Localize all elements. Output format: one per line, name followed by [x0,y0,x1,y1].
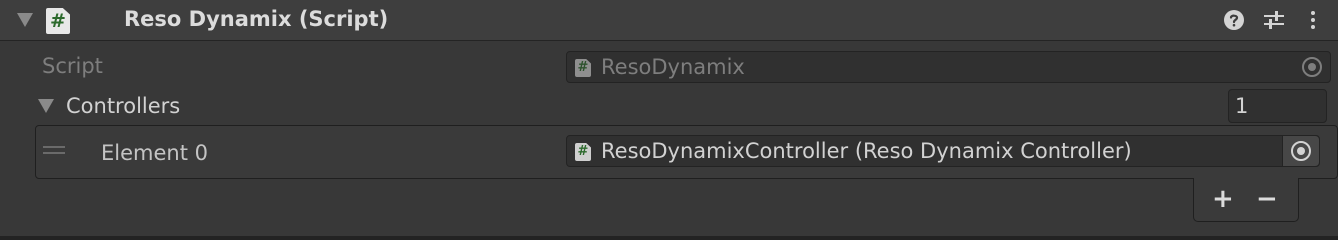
kebab-menu-icon[interactable] [1302,9,1324,31]
element-label: Element 0 [101,141,208,165]
add-element-button[interactable]: + [1212,184,1234,214]
element-value: ResoDynamixController (Reso Dynamix Cont… [601,139,1132,163]
list-item[interactable]: Element 0 # ResoDynamixController (Reso … [36,126,1337,178]
help-icon[interactable] [1223,9,1245,31]
drag-handle-icon[interactable] [43,146,65,154]
script-file-icon: # [575,59,591,77]
script-file-icon: # [575,143,591,161]
component-header[interactable]: # Reso Dynamix (Script) [0,0,1338,41]
foldout-arrow-icon[interactable] [17,13,33,27]
script-value: ResoDynamix [601,55,745,79]
remove-element-button[interactable]: − [1256,184,1278,214]
target-icon [1291,141,1311,161]
controllers-label[interactable]: Controllers [66,94,180,118]
controllers-list: Element 0 # ResoDynamixController (Reso … [35,125,1338,179]
presets-sliders-icon[interactable] [1263,9,1285,31]
controllers-count: 1 [1235,94,1249,118]
controllers-foldout-arrow-icon[interactable] [38,99,54,113]
script-file-icon: # [46,8,70,34]
inspector-divider [0,236,1338,240]
script-label: Script [42,54,103,78]
component-title: Reso Dynamix (Script) [124,7,389,31]
object-picker-button[interactable] [1282,136,1319,166]
controller-object-field[interactable]: # ResoDynamixController (Reso Dynamix Co… [566,135,1320,167]
target-icon [1302,57,1322,77]
script-object-field: # ResoDynamix [566,51,1331,83]
list-footer: + − [1193,178,1299,222]
controllers-size-field[interactable]: 1 [1228,89,1327,123]
